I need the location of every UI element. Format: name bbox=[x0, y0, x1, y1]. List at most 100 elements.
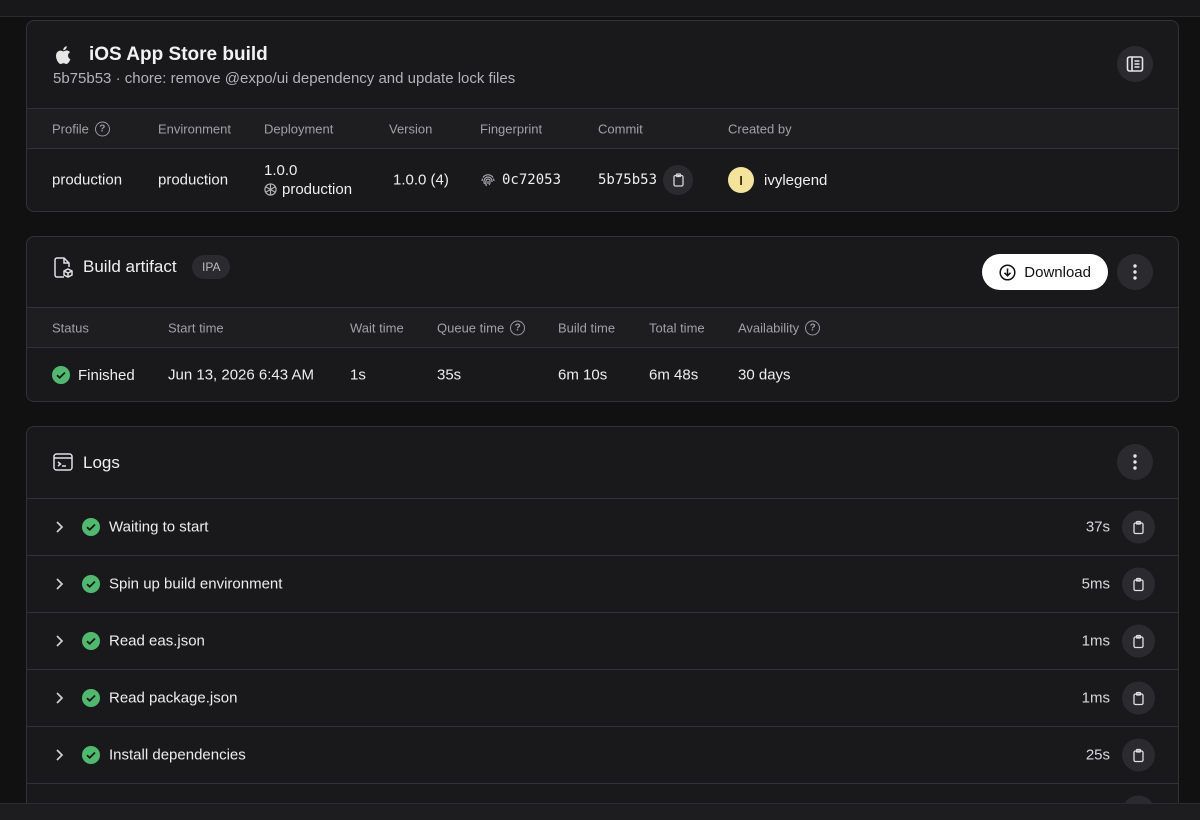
help-icon[interactable]: ? bbox=[805, 320, 821, 335]
check-circle-icon bbox=[82, 746, 100, 764]
clipboard-icon bbox=[1133, 577, 1144, 591]
panel-icon bbox=[1126, 56, 1144, 72]
environment-value: production bbox=[158, 171, 229, 189]
apple-icon bbox=[53, 43, 75, 72]
check-circle-icon bbox=[82, 518, 100, 536]
build-summary-card: iOS App Store build 5b75b53 · chore: rem… bbox=[26, 20, 1179, 212]
commit-value: 5b75b53 bbox=[598, 165, 694, 195]
help-icon[interactable]: ? bbox=[510, 320, 526, 335]
clipboard-icon bbox=[1133, 691, 1144, 705]
check-circle-icon bbox=[82, 575, 100, 593]
clipboard-icon bbox=[1133, 748, 1144, 762]
col-wait-time: Wait time bbox=[350, 320, 404, 335]
more-vertical-icon bbox=[1133, 454, 1137, 470]
col-total-time: Total time bbox=[649, 320, 705, 335]
col-created-by: Created by bbox=[728, 121, 792, 136]
artifact-table-header: Status Start time Wait time Queue time? … bbox=[27, 308, 1178, 348]
log-step-label: Waiting to start bbox=[109, 518, 209, 536]
wait-time-value: 1s bbox=[350, 366, 366, 384]
col-deployment: Deployment bbox=[264, 121, 334, 136]
deployment-value[interactable]: 1.0.0 production bbox=[264, 162, 352, 198]
col-queue-time: Queue time? bbox=[437, 320, 526, 335]
copy-log-button[interactable] bbox=[1122, 510, 1155, 544]
build-table-row: production production 1.0.0 production 1… bbox=[27, 149, 1178, 211]
logs-card: Logs Waiting to start 37s Spin up build … bbox=[26, 426, 1179, 820]
terminal-icon bbox=[53, 453, 73, 471]
fingerprint-value[interactable]: 0c72053 bbox=[480, 172, 561, 188]
col-environment: Environment bbox=[158, 121, 231, 136]
copy-log-button[interactable] bbox=[1122, 681, 1155, 715]
logs-title: Logs bbox=[83, 453, 120, 472]
logs-more-button[interactable] bbox=[1117, 444, 1153, 480]
col-profile: Profile? bbox=[52, 121, 110, 136]
clipboard-icon bbox=[1133, 634, 1144, 648]
check-circle-icon bbox=[52, 366, 70, 384]
start-time-value: Jun 13, 2026 6:43 AM bbox=[168, 366, 314, 384]
chevron-right-icon[interactable] bbox=[55, 634, 64, 648]
build-header: iOS App Store build 5b75b53 · chore: rem… bbox=[27, 21, 1178, 109]
col-start-time: Start time bbox=[168, 320, 224, 335]
commit-message: chore: remove @expo/ui dependency and up… bbox=[124, 70, 516, 87]
log-step-label: Spin up build environment bbox=[109, 575, 283, 593]
commit-hash-link[interactable]: 5b75b53 bbox=[53, 70, 111, 87]
artifact-more-button[interactable] bbox=[1117, 254, 1153, 290]
deployment-channel: production bbox=[264, 181, 352, 198]
clipboard-icon bbox=[672, 173, 684, 187]
log-step-duration: 1ms bbox=[1081, 689, 1110, 707]
chevron-right-icon[interactable] bbox=[55, 577, 64, 591]
copy-log-button[interactable] bbox=[1122, 624, 1155, 658]
artifact-type-badge: IPA bbox=[192, 255, 231, 279]
log-step-label: Read eas.json bbox=[109, 632, 205, 650]
log-step-row[interactable]: Waiting to start 37s bbox=[27, 498, 1178, 555]
version-value: 1.0.0 (4) bbox=[393, 171, 449, 189]
log-step-duration: 1ms bbox=[1081, 632, 1110, 650]
col-commit: Commit bbox=[598, 121, 643, 136]
sidebar-toggle-button[interactable] bbox=[1117, 46, 1153, 82]
col-version: Version bbox=[389, 121, 433, 136]
top-bar bbox=[0, 0, 1200, 17]
log-step-row[interactable]: Install dependencies 25s bbox=[27, 726, 1178, 783]
chevron-right-icon[interactable] bbox=[55, 748, 64, 762]
chevron-right-icon[interactable] bbox=[55, 691, 64, 705]
deployment-version: 1.0.0 bbox=[264, 162, 298, 179]
log-step-duration: 37s bbox=[1085, 518, 1110, 536]
col-build-time: Build time bbox=[558, 320, 616, 335]
col-availability: Availability? bbox=[738, 320, 821, 335]
log-step-row[interactable]: Read eas.json 1ms bbox=[27, 612, 1178, 669]
status-value: Finished bbox=[52, 366, 135, 384]
log-step-row[interactable]: Spin up build environment 5ms bbox=[27, 555, 1178, 612]
download-button[interactable]: Download bbox=[982, 254, 1108, 290]
col-fingerprint: Fingerprint bbox=[480, 121, 543, 136]
download-icon bbox=[999, 263, 1016, 281]
help-icon[interactable]: ? bbox=[94, 121, 110, 136]
logs-header: Logs bbox=[27, 427, 1178, 498]
log-step-row[interactable]: Read package.json 1ms bbox=[27, 669, 1178, 726]
col-status: Status bbox=[52, 320, 89, 335]
chevron-right-icon[interactable] bbox=[55, 520, 64, 534]
profile-value: production bbox=[52, 171, 123, 189]
more-vertical-icon bbox=[1133, 264, 1137, 280]
file-package-icon bbox=[54, 257, 73, 278]
availability-value: 30 days bbox=[738, 366, 791, 384]
build-title: iOS App Store build bbox=[89, 44, 268, 65]
copy-commit-button[interactable] bbox=[663, 165, 694, 195]
commit-hash[interactable]: 5b75b53 bbox=[598, 172, 657, 188]
check-circle-icon bbox=[82, 632, 100, 650]
artifact-title: Build artifact bbox=[83, 257, 177, 276]
copy-log-button[interactable] bbox=[1122, 567, 1155, 601]
avatar: I bbox=[728, 167, 754, 193]
fingerprint-icon bbox=[481, 174, 495, 187]
username: ivylegend bbox=[764, 171, 828, 189]
created-by-value[interactable]: I ivylegend bbox=[728, 167, 827, 193]
copy-log-button[interactable] bbox=[1122, 738, 1155, 772]
artifact-header: Build artifact IPA Download bbox=[27, 237, 1178, 308]
build-subtitle: 5b75b53 · chore: remove @expo/ui depende… bbox=[53, 70, 515, 87]
bottom-bar bbox=[0, 803, 1200, 820]
log-step-label: Read package.json bbox=[109, 689, 238, 707]
total-time-value: 6m 48s bbox=[649, 366, 699, 384]
log-step-duration: 25s bbox=[1085, 746, 1110, 764]
build-artifact-card: Build artifact IPA Download Status Start… bbox=[26, 236, 1179, 402]
check-circle-icon bbox=[82, 689, 100, 707]
channel-icon bbox=[264, 183, 277, 196]
build-table-header: Profile? Environment Deployment Version … bbox=[27, 109, 1178, 149]
